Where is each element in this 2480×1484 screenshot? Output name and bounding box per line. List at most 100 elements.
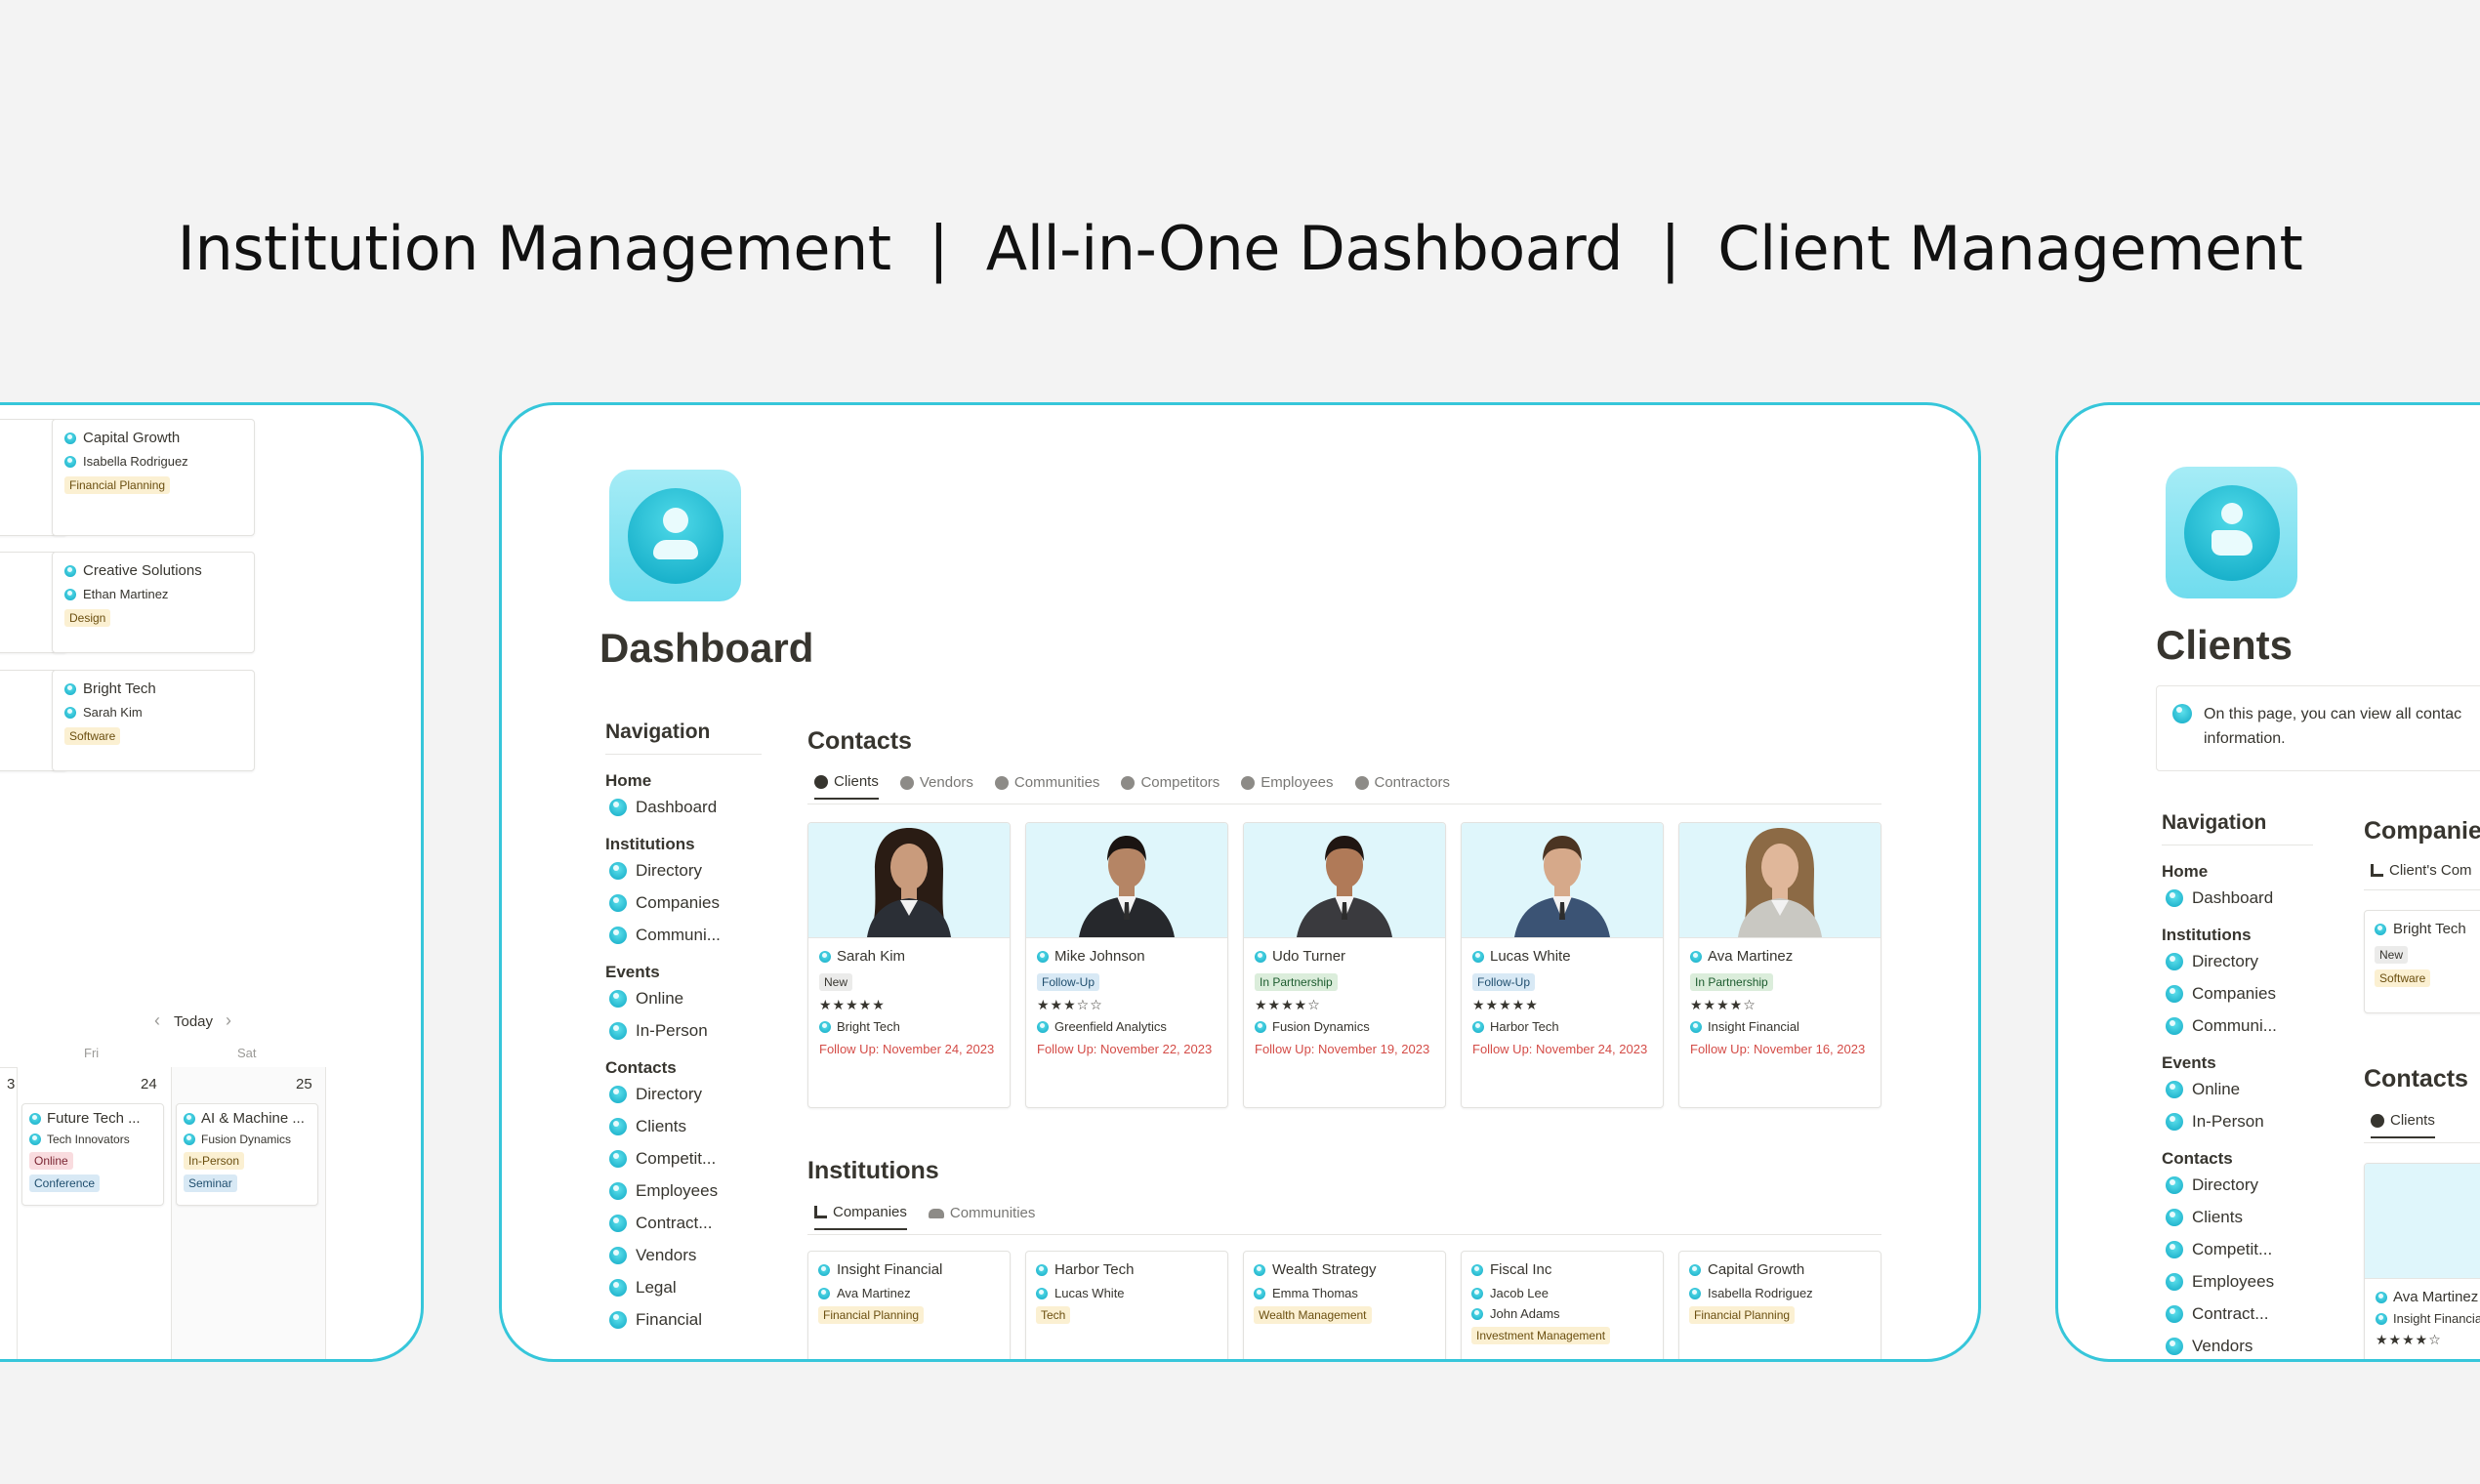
company-person: Isabella Rodriguez (1708, 1286, 1813, 1300)
person-icon (1471, 1287, 1483, 1299)
nav-item-online[interactable]: Online (2166, 1080, 2240, 1099)
nav-item-label: Directory (2192, 1175, 2259, 1194)
nav-item-clients[interactable]: Clients (609, 1117, 686, 1136)
industry-tag: Financial Planning (1689, 1306, 1796, 1324)
contact-icon (1472, 950, 1484, 963)
tab-clients-companies[interactable]: Client's Com (2371, 862, 2472, 879)
event-org: Tech Innovators (47, 1133, 130, 1146)
nav-group-contacts[interactable]: Contacts (2162, 1149, 2233, 1169)
tab-contractors[interactable]: Contractors (1354, 773, 1450, 800)
nav-item-label: In-Person (636, 1021, 708, 1040)
nav-item-label: Clients (636, 1117, 686, 1135)
nav-item-employees[interactable]: Employees (609, 1181, 718, 1201)
contact-card[interactable]: Ava Martinez Insight Financia ★★★★☆ (2364, 1163, 2480, 1359)
nav-item-legal[interactable]: Legal (609, 1278, 677, 1298)
page-icon (2166, 467, 2297, 598)
contact-card[interactable]: Mike Johnson Follow-Up ★★★☆☆ Greenfield … (1025, 822, 1228, 1108)
nav-item-label: Dashboard (636, 798, 718, 816)
next-arrow-icon[interactable]: › (226, 1010, 231, 1031)
nav-item-communi[interactable]: Communi... (2166, 1016, 2277, 1036)
today-button[interactable]: Today (174, 1013, 213, 1030)
nav-item-companies[interactable]: Companies (609, 893, 720, 913)
person-icon (1354, 775, 1369, 790)
nav-item-contract[interactable]: Contract... (609, 1214, 712, 1233)
nav-group-contacts[interactable]: Contacts (605, 1058, 677, 1078)
nav-item-financial[interactable]: Financial (609, 1310, 702, 1330)
nav-item-contract[interactable]: Contract... (2166, 1304, 2268, 1324)
nav-group-institutions[interactable]: Institutions (605, 835, 695, 854)
nav-item-label: Communi... (636, 926, 721, 944)
event-card[interactable]: AI & Machine ... Fusion Dynamics In-Pers… (176, 1103, 318, 1206)
company-card[interactable]: Insight Financial Ava Martinez Financial … (807, 1251, 1011, 1359)
company-card[interactable]: Harbor Tech Lucas White Tech (1025, 1251, 1228, 1359)
clients-icon (609, 1118, 627, 1135)
event-type-tag: Seminar (184, 1175, 237, 1192)
nav-item-companies[interactable]: Companies (2166, 984, 2276, 1004)
nav-group-events[interactable]: Events (605, 963, 660, 982)
avatar-female (2460, 1164, 2480, 1278)
nav-item-in-person[interactable]: In-Person (609, 1021, 708, 1041)
contact-card[interactable]: Sarah Kim New ★★★★★ Bright Tech Follow U… (807, 822, 1011, 1108)
tab-clients[interactable]: Clients (814, 773, 879, 800)
institutions-heading: Institutions (807, 1157, 939, 1184)
tab-competitors[interactable]: Competitors (1121, 773, 1219, 800)
event-mode-tag: In-Person (184, 1152, 245, 1170)
contact-name: Udo Turner (1272, 948, 1346, 965)
company-icon (1689, 1263, 1701, 1276)
nav-item-vendors[interactable]: Vendors (609, 1246, 696, 1265)
person-icon (994, 775, 1009, 790)
rating-stars: ★★★★☆ (2376, 1332, 2442, 1347)
nav-group-home[interactable]: Home (2162, 862, 2208, 882)
nav-item-dashboard[interactable]: Dashboard (609, 798, 717, 817)
event-title: AI & Machine ... (201, 1110, 305, 1127)
nav-item-competit[interactable]: Competit... (2166, 1240, 2272, 1259)
company-title: Creative Solutions (83, 562, 202, 579)
nav-item-directory[interactable]: Directory (609, 1085, 702, 1104)
contact-card[interactable]: Ava Martinez In Partnership ★★★★☆ Insigh… (1678, 822, 1881, 1108)
company-card[interactable]: Bright Tech Sarah Kim Software (52, 670, 255, 771)
nav-item-competit[interactable]: Competit... (609, 1149, 716, 1169)
prev-arrow-icon[interactable]: ‹ (154, 1010, 160, 1031)
nav-item-directory[interactable]: Directory (2166, 1175, 2258, 1195)
company-card[interactable]: Capital Growth Isabella Rodriguez Financia… (52, 419, 255, 536)
nav-item-label: Employees (2192, 1272, 2275, 1291)
nav-item-in-person[interactable]: In-Person (2166, 1112, 2264, 1132)
tab-communities[interactable]: Communities (928, 1204, 1035, 1230)
contact-card[interactable]: Udo Turner In Partnership ★★★★☆ Fusion D… (1243, 822, 1446, 1108)
nav-group-institutions[interactable]: Institutions (2162, 926, 2252, 945)
nav-item-dashboard[interactable]: Dashboard (2166, 888, 2273, 908)
nav-item-clients[interactable]: Clients (2166, 1208, 2243, 1227)
nav-item-vendors[interactable]: Vendors (2166, 1337, 2253, 1356)
page-title: Dashboard (599, 625, 814, 671)
page-icon (609, 470, 741, 601)
nav-item-directory[interactable]: Directory (609, 861, 702, 881)
callout-text: information. (2204, 730, 2286, 747)
clients-icon (2166, 1209, 2183, 1226)
event-card[interactable]: Future Tech ... Tech Innovators Online C… (21, 1103, 164, 1206)
nav-item-employees[interactable]: Employees (2166, 1272, 2274, 1292)
company-icon (1472, 1020, 1484, 1033)
nav-group-home[interactable]: Home (605, 771, 651, 791)
nav-group-events[interactable]: Events (2162, 1053, 2216, 1073)
rating-stars: ★★★☆☆ (1037, 997, 1103, 1012)
nav-item-directory[interactable]: Directory (2166, 952, 2258, 971)
company-card[interactable]: Creative Solutions Ethan Martinez Design (52, 552, 255, 653)
tab-vendors[interactable]: Vendors (899, 773, 973, 800)
tab-companies[interactable]: Companies (814, 1204, 907, 1230)
tab-clients[interactable]: Clients (2371, 1112, 2435, 1138)
avatar-female (867, 828, 951, 937)
nav-item-online[interactable]: Online (609, 989, 683, 1009)
industry-tag: Investment Management (1471, 1327, 1611, 1344)
tab-employees[interactable]: Employees (1241, 773, 1334, 800)
tab-label: Client's Com (2389, 862, 2472, 879)
company-card[interactable]: Wealth Strategy Emma Thomas Wealth Manage… (1243, 1251, 1446, 1359)
contact-icon (1037, 950, 1049, 963)
company-card[interactable]: Capital Growth Isabella Rodriguez Financi… (1678, 1251, 1881, 1359)
companies-icon (609, 894, 627, 912)
company-card[interactable]: Fiscal Inc Jacob Lee John Adams Investment… (1461, 1251, 1664, 1359)
company-card[interactable]: Bright Tech New Software (2364, 910, 2480, 1013)
contact-card[interactable]: Lucas White Follow-Up ★★★★★ Harbor Tech … (1461, 822, 1664, 1108)
financial-icon (609, 1311, 627, 1329)
tab-communities[interactable]: Communities (994, 773, 1099, 800)
nav-item-communi[interactable]: Communi... (609, 926, 721, 945)
